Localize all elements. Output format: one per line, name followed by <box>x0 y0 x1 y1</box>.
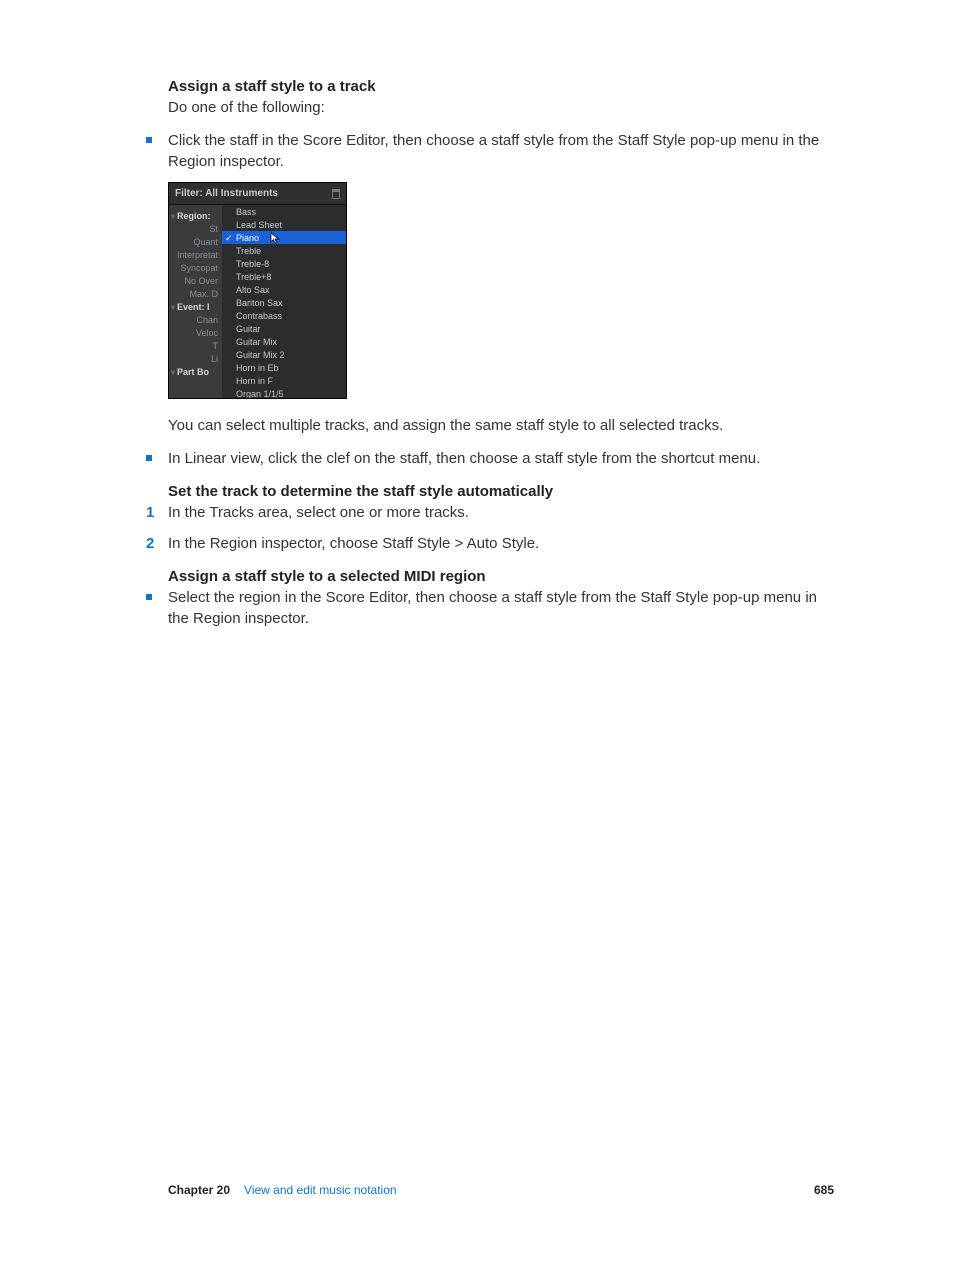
bullet-marker <box>146 130 168 172</box>
step-text: In the Region inspector, choose Staff St… <box>168 533 834 554</box>
cursor-icon <box>270 232 280 244</box>
left-row: T <box>169 339 222 352</box>
left-row: Veloc <box>169 326 222 339</box>
menu-item: Treble-8 <box>222 257 346 270</box>
staff-style-menu: BassLead SheetPianoTrebleTreble-8Treble+… <box>222 205 346 398</box>
after-shot-text: You can select multiple tracks, and assi… <box>168 415 834 436</box>
region-header: Region: <box>169 209 222 222</box>
left-row: No Over <box>169 274 222 287</box>
heading-assign-staff-style-region: Assign a staff style to a selected MIDI … <box>168 568 834 585</box>
step-number: 2 <box>146 533 168 554</box>
left-row: Li <box>169 352 222 365</box>
menu-item: Guitar <box>222 322 346 335</box>
numbered-step: 1 In the Tracks area, select one or more… <box>146 502 834 523</box>
filter-bar: Filter: All Instruments <box>169 183 346 205</box>
chapter-title: View and edit music notation <box>244 1183 397 1197</box>
heading-assign-staff-style-track: Assign a staff style to a track <box>168 78 834 95</box>
chapter-label: Chapter 20 <box>168 1183 230 1197</box>
bullet-item: In Linear view, click the clef on the st… <box>146 448 834 469</box>
menu-item: Guitar Mix 2 <box>222 348 346 361</box>
event-header: Event: I <box>169 300 222 313</box>
heading-set-track-auto: Set the track to determine the staff sty… <box>168 483 834 500</box>
bullet-item: Select the region in the Score Editor, t… <box>146 587 834 629</box>
menu-item: Treble+8 <box>222 270 346 283</box>
page-number: 685 <box>814 1183 834 1197</box>
panel-icon <box>332 189 340 199</box>
menu-item: Treble <box>222 244 346 257</box>
intro-text: Do one of the following: <box>168 97 834 118</box>
menu-item: Alto Sax <box>222 283 346 296</box>
left-row: Max. D <box>169 287 222 300</box>
bullet-marker <box>146 448 168 469</box>
menu-item: Bariton Sax <box>222 296 346 309</box>
bullet-marker <box>146 587 168 629</box>
filter-label: Filter: All Instruments <box>175 188 278 199</box>
menu-item: Organ 1/1/5 <box>222 387 346 398</box>
menu-item: Guitar Mix <box>222 335 346 348</box>
numbered-step: 2 In the Region inspector, choose Staff … <box>146 533 834 554</box>
bullet-text: Select the region in the Score Editor, t… <box>168 587 834 629</box>
partbox-header: Part Bo <box>169 365 222 378</box>
bullet-item: Click the staff in the Score Editor, the… <box>146 130 834 172</box>
menu-item: Bass <box>222 205 346 218</box>
left-row: St <box>169 222 222 235</box>
left-row: Syncopat <box>169 261 222 274</box>
left-row: Chan <box>169 313 222 326</box>
bullet-text: In Linear view, click the clef on the st… <box>168 448 834 469</box>
step-text: In the Tracks area, select one or more t… <box>168 502 834 523</box>
left-row: Interpretat <box>169 248 222 261</box>
left-row: Quant <box>169 235 222 248</box>
page-footer: Chapter 20 View and edit music notation … <box>168 1183 834 1197</box>
step-number: 1 <box>146 502 168 523</box>
menu-item: Piano <box>222 231 346 244</box>
bullet-text: Click the staff in the Score Editor, the… <box>168 130 834 172</box>
inspector-left-column: Region: St Quant Interpretat Syncopat No… <box>169 205 222 398</box>
menu-item: Lead Sheet <box>222 218 346 231</box>
region-inspector-screenshot: Filter: All Instruments Region: St Quant… <box>168 182 347 399</box>
menu-item: Contrabass <box>222 309 346 322</box>
menu-item: Horn in F <box>222 374 346 387</box>
menu-item: Horn in Eb <box>222 361 346 374</box>
